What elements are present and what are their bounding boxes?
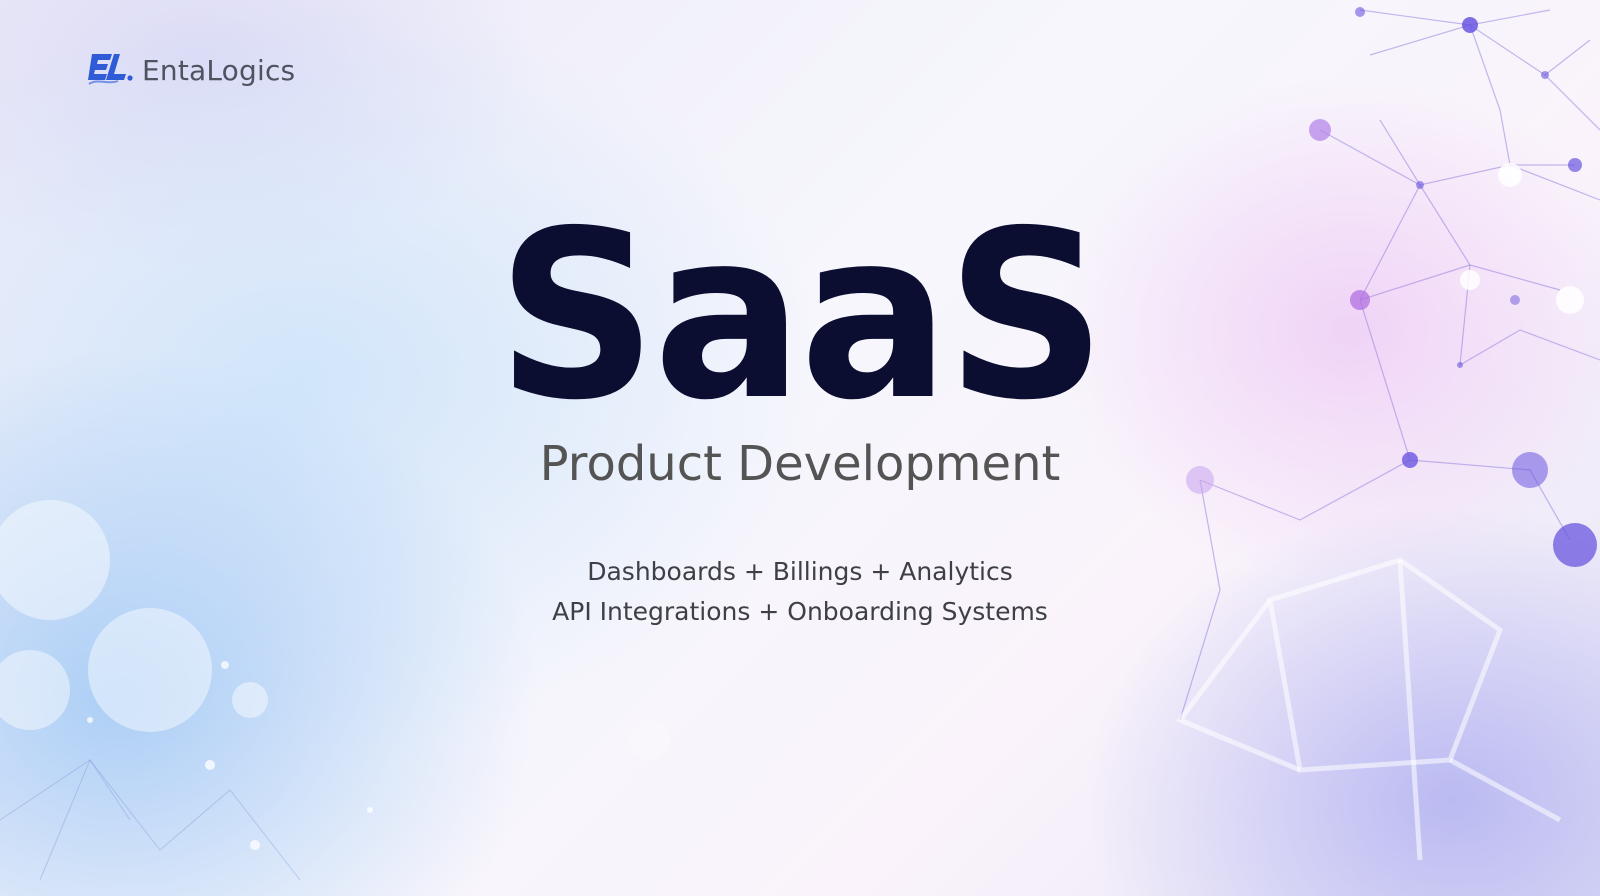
feature-line-2: API Integrations + Onboarding Systems — [552, 597, 1048, 626]
brand-name: EntaLogics — [142, 53, 296, 87]
entalogics-logo-icon — [88, 54, 133, 85]
feature-list: Dashboards + Billings + Analytics API In… — [0, 552, 1600, 632]
brand-logo[interactable]: EntaLogics — [88, 52, 295, 88]
feature-line-1: Dashboards + Billings + Analytics — [587, 557, 1013, 586]
hero-title: SaaS — [496, 181, 1107, 451]
hero: SaaS Product Development — [0, 196, 1600, 494]
